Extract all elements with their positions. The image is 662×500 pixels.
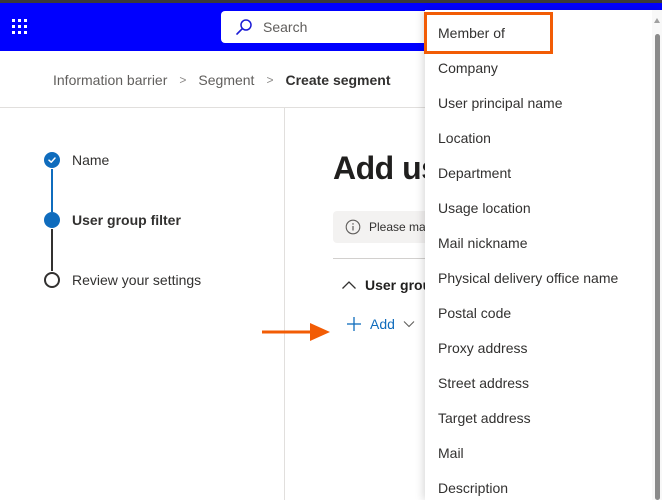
dropdown-item-department[interactable]: Department xyxy=(438,163,511,183)
step-label: User group filter xyxy=(72,212,181,228)
step-connector-pending xyxy=(51,229,53,271)
dropdown-item-mail[interactable]: Mail xyxy=(438,443,464,463)
breadcrumb: Information barrier > Segment > Create s… xyxy=(53,70,391,90)
attribute-dropdown-menu: Member of Company User principal name Lo… xyxy=(425,10,662,500)
breadcrumb-information-barrier[interactable]: Information barrier xyxy=(53,72,167,88)
info-message-text: Please mak xyxy=(369,220,432,234)
scrollbar-thumb[interactable] xyxy=(655,34,660,500)
wizard-step-name[interactable]: Name xyxy=(44,152,109,168)
section-divider xyxy=(333,258,433,259)
dropdown-scrollbar[interactable] xyxy=(652,10,662,500)
section-title: User grou xyxy=(365,277,432,293)
empty-circle-icon xyxy=(44,272,60,288)
chevron-up-icon xyxy=(342,281,356,289)
dropdown-item-physical-delivery-office-name[interactable]: Physical delivery office name xyxy=(438,268,618,288)
annotation-highlight-box xyxy=(424,12,553,54)
add-button-label: Add xyxy=(370,316,395,332)
chevron-right-icon: > xyxy=(266,73,274,87)
page-title: Add us xyxy=(333,150,439,186)
search-input[interactable]: Search xyxy=(221,11,431,43)
chevron-right-icon: > xyxy=(179,73,187,87)
dropdown-item-company[interactable]: Company xyxy=(438,58,498,78)
user-group-section-toggle[interactable]: User grou xyxy=(341,277,431,293)
dropdown-item-postal-code[interactable]: Postal code xyxy=(438,303,511,323)
checkmark-circle-icon xyxy=(44,152,60,168)
breadcrumb-segment[interactable]: Segment xyxy=(198,72,254,88)
step-connector-completed xyxy=(51,169,53,212)
dropdown-item-location[interactable]: Location xyxy=(438,128,491,148)
wizard-step-user-group-filter[interactable]: User group filter xyxy=(44,212,181,228)
dropdown-item-usage-location[interactable]: Usage location xyxy=(438,198,531,218)
add-filter-button[interactable]: Add xyxy=(346,316,415,332)
dropdown-item-mail-nickname[interactable]: Mail nickname xyxy=(438,233,527,253)
search-placeholder: Search xyxy=(263,19,308,35)
wizard-step-review-settings[interactable]: Review your settings xyxy=(44,272,201,288)
annotation-arrow-icon xyxy=(262,323,330,341)
chevron-down-icon xyxy=(403,321,415,328)
info-icon xyxy=(345,219,361,235)
dropdown-item-target-address[interactable]: Target address xyxy=(438,408,531,428)
dropdown-item-proxy-address[interactable]: Proxy address xyxy=(438,338,527,358)
search-icon xyxy=(236,19,252,35)
wizard-divider xyxy=(284,108,285,500)
scroll-up-arrow-icon[interactable] xyxy=(654,18,660,23)
waffle-grid-icon[interactable] xyxy=(12,19,28,35)
dropdown-item-description[interactable]: Description xyxy=(438,478,508,498)
breadcrumb-create-segment: Create segment xyxy=(285,72,391,88)
dropdown-item-street-address[interactable]: Street address xyxy=(438,373,529,393)
filled-circle-icon xyxy=(44,212,60,228)
dropdown-item-user-principal-name[interactable]: User principal name xyxy=(438,93,563,113)
step-label: Name xyxy=(72,152,110,168)
plus-icon xyxy=(347,317,361,331)
step-label: Review your settings xyxy=(72,272,202,288)
